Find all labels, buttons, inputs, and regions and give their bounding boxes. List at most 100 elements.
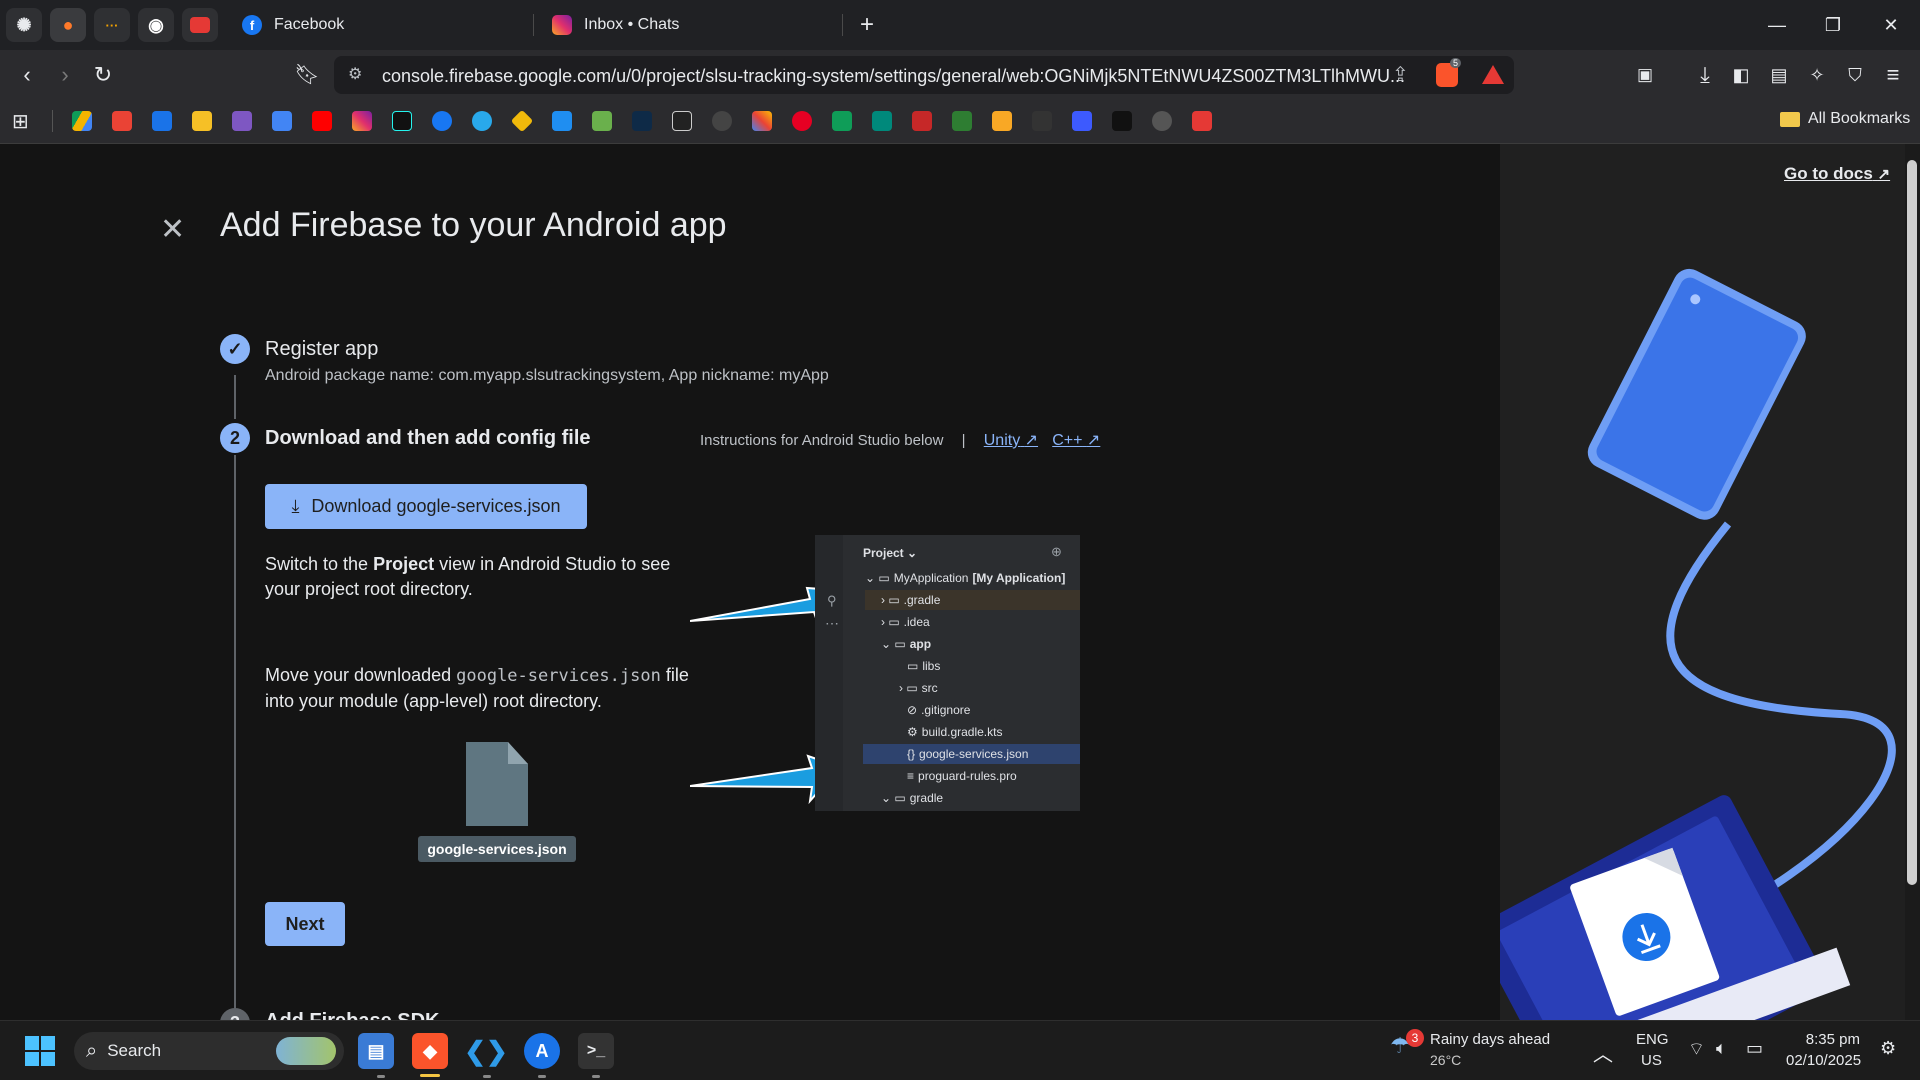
chatgpt-pinned-tab[interactable]: ✺ [6, 8, 42, 42]
url-text[interactable]: console.firebase.google.com/u/0/project/… [382, 66, 1405, 87]
minimize-button[interactable]: — [1762, 10, 1792, 40]
bookmark-23-icon[interactable] [952, 111, 972, 131]
notepad-taskbar-icon[interactable]: ▤ [358, 1033, 394, 1069]
bookmark-15-icon[interactable] [632, 111, 652, 131]
bookmark-29-icon[interactable] [1192, 111, 1212, 131]
pinned-tab-2[interactable]: ● [50, 8, 86, 42]
google-drive-icon[interactable] [72, 111, 92, 131]
pinned-tab-5[interactable] [182, 8, 218, 42]
file-name-label: google-services.json [418, 836, 576, 862]
close-window-button[interactable]: ✕ [1876, 10, 1906, 40]
bookmark-25-icon[interactable] [1032, 111, 1052, 131]
tab-label: Facebook [274, 16, 345, 33]
chatgpt-icon: ✺ [16, 14, 32, 35]
weather-title[interactable]: Rainy days ahead [1430, 1031, 1550, 1048]
bookmarks-bar: ⊞ All Bookmarks [0, 100, 1920, 144]
reader-mode-button[interactable]: ▣ [1630, 60, 1660, 90]
forward-arrow-icon: › [61, 62, 69, 87]
leo-ai-button[interactable]: ✧ [1802, 60, 1832, 90]
android-studio-taskbar-icon[interactable]: A [524, 1033, 560, 1069]
bookmark-26-icon[interactable] [1072, 111, 1092, 131]
show-hidden-icons-button[interactable]: ︿ [1593, 1038, 1613, 1067]
bookmark-k-icon[interactable] [552, 111, 572, 131]
project-header: Project ⌄ [863, 546, 918, 560]
instagram-bookmark-icon[interactable] [352, 111, 372, 131]
notifications-icon[interactable]: ⚙ [1880, 1038, 1896, 1059]
download-icon: ⤓ [291, 496, 300, 516]
vscode-icon: ❮❯ [464, 1035, 508, 1066]
reload-button[interactable]: ↻ [88, 60, 118, 90]
page-title: Add Firebase to your Android app [220, 206, 727, 244]
github-pinned-tab[interactable]: ◉ [138, 8, 174, 42]
step-1-title: Register app [265, 338, 379, 360]
all-bookmarks-button[interactable]: All Bookmarks [1780, 110, 1910, 128]
tree-item: ⌄ ▭ app [881, 637, 932, 651]
gmail-icon[interactable] [112, 111, 132, 131]
switch-project-view-text: Switch to the Project view in Android St… [265, 552, 685, 602]
volume-icon[interactable]: 🔈︎ [1716, 1038, 1727, 1059]
chatgpt-bookmark-icon[interactable] [712, 111, 732, 131]
input-language[interactable]: ENG [1636, 1031, 1669, 1048]
bookmark-18-icon[interactable] [752, 111, 772, 131]
taskbar-search-box[interactable]: ⌕ Search [74, 1032, 344, 1070]
bookmark-button[interactable]: 🔖︎ [292, 60, 322, 90]
tab-instagram[interactable]: Inbox • Chats [552, 6, 842, 44]
pinterest-icon[interactable] [792, 111, 812, 131]
tiktok-icon[interactable] [392, 111, 412, 131]
restore-button[interactable]: ❐ [1818, 10, 1848, 40]
close-setup-button[interactable]: ✕ [160, 212, 185, 247]
facebook-bookmark-icon[interactable] [432, 111, 452, 131]
new-tab-button[interactable]: + [852, 10, 882, 40]
telegram-icon[interactable] [472, 111, 492, 131]
download-config-button[interactable]: ⤓ Download google-services.json [265, 484, 587, 529]
scrollbar-thumb[interactable] [1907, 160, 1917, 885]
bookmark-5-icon[interactable] [232, 111, 252, 131]
battery-icon[interactable]: ▭ [1746, 1038, 1763, 1059]
forward-button[interactable]: › [50, 60, 80, 90]
weather-alert-badge: 3 [1406, 1029, 1424, 1047]
next-button[interactable]: Next [265, 902, 345, 946]
menu-button[interactable]: ≡ [1878, 60, 1908, 90]
downloads-button[interactable]: ⤓ [1690, 60, 1720, 90]
youtube-icon[interactable] [312, 111, 332, 131]
tree-item: ⌄ ▭ MyApplication [My Application] [865, 571, 1066, 585]
sidebar-button[interactable]: ◧ [1726, 60, 1756, 90]
bookmark-22-icon[interactable] [912, 111, 932, 131]
unity-link[interactable]: Unity ↗ [984, 432, 1038, 449]
step-3-number: 3 [220, 1008, 250, 1020]
bookmark-4-icon[interactable] [192, 111, 212, 131]
vscode-taskbar-icon[interactable]: ❮❯ [464, 1033, 508, 1069]
step-1-description: Android package name: com.myapp.slsutrac… [265, 367, 829, 384]
bookmark-28-icon[interactable] [1152, 111, 1172, 131]
address-bar[interactable]: ⚙ console.firebase.google.com/u/0/projec… [334, 56, 1514, 94]
terminal-taskbar-icon[interactable]: >_ [578, 1033, 614, 1069]
folder-icon [1780, 111, 1800, 127]
bookmark-24-icon[interactable] [992, 111, 1012, 131]
tab-facebook[interactable]: f Facebook [242, 6, 532, 44]
more-icon: ⋯ [825, 615, 839, 631]
bookmark-20-icon[interactable] [832, 111, 852, 131]
site-settings-icon[interactable]: ⚙ [348, 64, 362, 84]
share-icon[interactable]: ⇪ [1392, 62, 1409, 87]
brave-rewards-icon[interactable] [1482, 65, 1504, 84]
wallet-button[interactable]: ▤ [1764, 60, 1794, 90]
bookmark-16-icon[interactable] [672, 111, 692, 131]
pinned-tab-3[interactable]: ··· [94, 8, 130, 42]
minimize-icon: — [1768, 15, 1786, 35]
start-button[interactable] [22, 1033, 58, 1069]
clock-time[interactable]: 8:35 pm [1790, 1031, 1860, 1048]
wifi-icon[interactable]: ⌔ [1688, 1038, 1705, 1061]
binance-icon[interactable] [510, 109, 534, 133]
bookmark-27-icon[interactable] [1112, 111, 1132, 131]
apps-grid-icon[interactable]: ⊞ [12, 109, 29, 134]
bookmark-3-icon[interactable] [152, 111, 172, 131]
project-header-label: Project [863, 546, 904, 560]
tree-item: › ▭ .idea [881, 615, 930, 629]
back-button[interactable]: ‹ [12, 60, 42, 90]
google-docs-icon[interactable] [272, 111, 292, 131]
cpp-link[interactable]: C++ ↗ [1052, 432, 1100, 449]
vpn-button[interactable]: ⛉ [1840, 60, 1870, 90]
bookmark-14-icon[interactable] [592, 111, 612, 131]
bookmark-21-icon[interactable] [872, 111, 892, 131]
brave-taskbar-icon[interactable]: ◆ [412, 1033, 448, 1069]
